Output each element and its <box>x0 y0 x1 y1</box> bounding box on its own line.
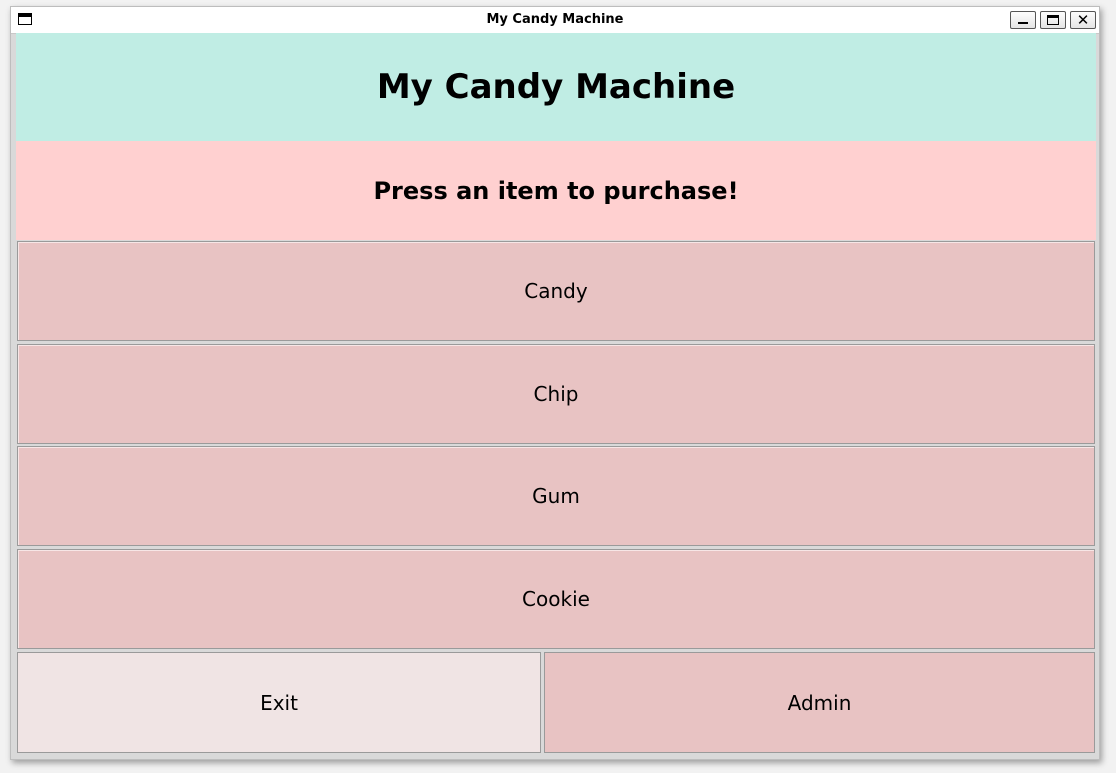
main-content: My Candy Machine Press an item to purcha… <box>16 33 1096 755</box>
window-title: My Candy Machine <box>486 12 624 27</box>
app-window: My Candy Machine ✕ My Candy Machine Pres… <box>10 6 1100 760</box>
close-button[interactable]: ✕ <box>1070 11 1096 29</box>
page-title: My Candy Machine <box>376 67 736 107</box>
cookie-button[interactable]: Cookie <box>17 549 1095 649</box>
maximize-button[interactable] <box>1040 11 1066 29</box>
maximize-icon <box>1047 15 1059 25</box>
gum-button[interactable]: Gum <box>17 446 1095 546</box>
instruction-text: Press an item to purchase! <box>373 176 739 205</box>
header-banner: My Candy Machine <box>16 33 1096 141</box>
instruction-banner: Press an item to purchase! <box>16 141 1096 240</box>
minimize-button[interactable] <box>1010 11 1036 29</box>
close-icon: ✕ <box>1076 11 1090 29</box>
title-bar[interactable]: My Candy Machine ✕ <box>11 7 1099 34</box>
chip-button[interactable]: Chip <box>17 344 1095 444</box>
admin-button[interactable]: Admin <box>544 652 1095 753</box>
exit-button[interactable]: Exit <box>17 652 541 753</box>
minimize-icon <box>1018 22 1028 24</box>
candy-button[interactable]: Candy <box>17 241 1095 341</box>
